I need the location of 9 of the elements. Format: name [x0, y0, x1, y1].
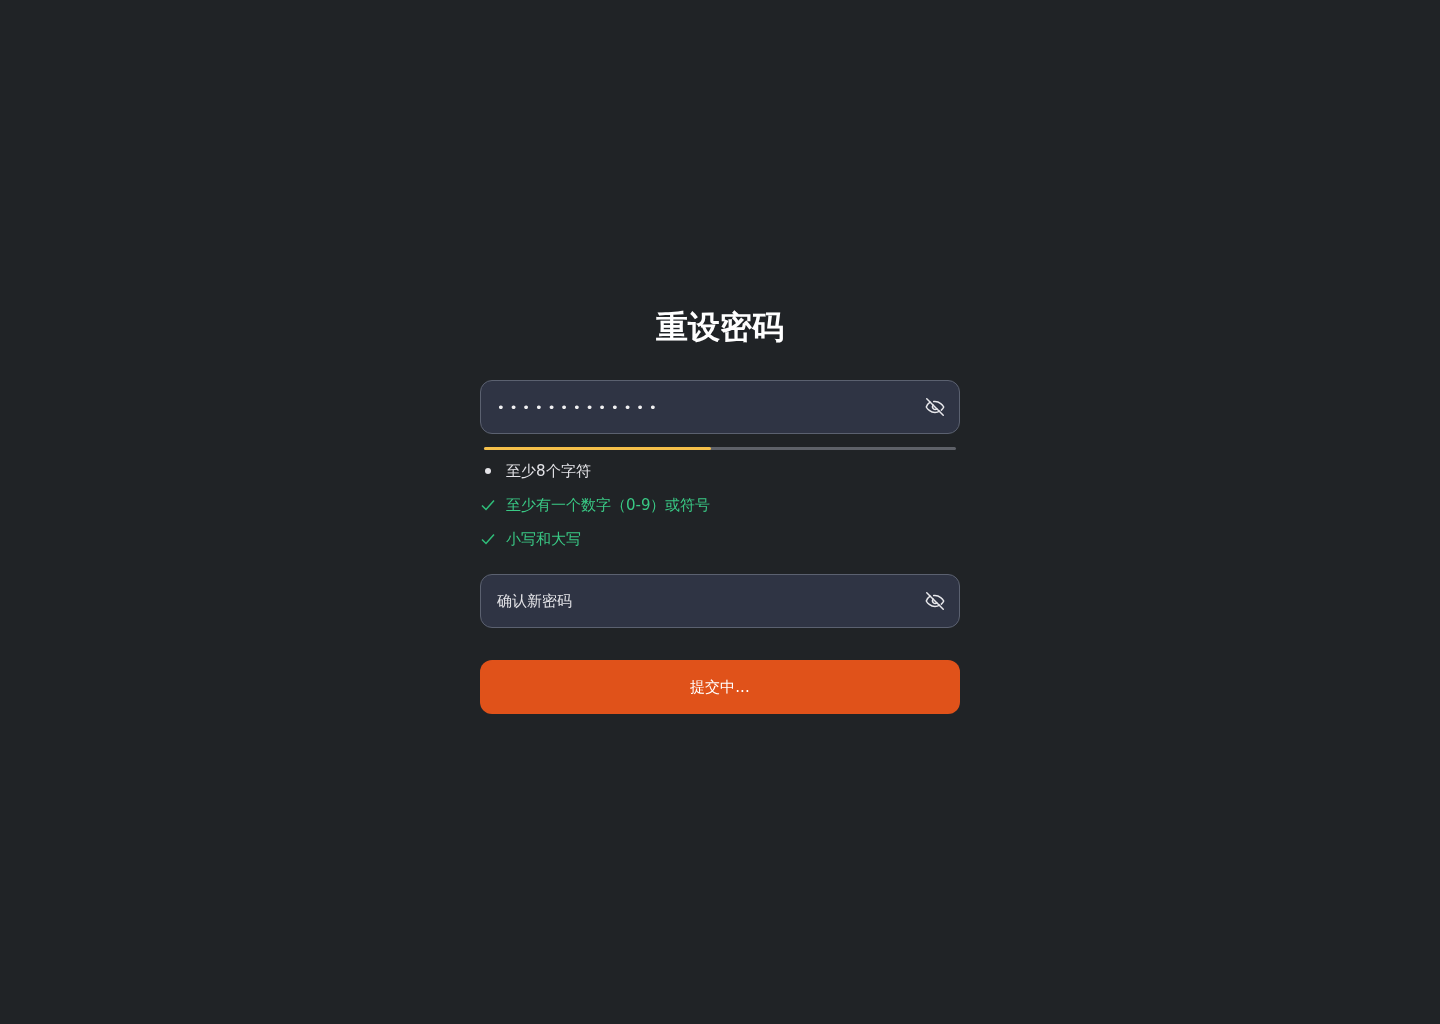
- eye-off-icon[interactable]: [924, 396, 946, 418]
- page-title: 重设密码: [655, 307, 785, 348]
- password-field[interactable]: •••••••••••••: [480, 380, 960, 434]
- requirement-text: 小写和大写: [506, 529, 581, 549]
- submit-button[interactable]: 提交中...: [480, 660, 960, 714]
- eye-off-icon[interactable]: [924, 590, 946, 612]
- requirement-text: 至少有一个数字（0-9）或符号: [506, 495, 711, 515]
- requirement-text: 至少8个字符: [506, 461, 591, 481]
- confirm-password-field[interactable]: 确认新密码: [480, 574, 960, 628]
